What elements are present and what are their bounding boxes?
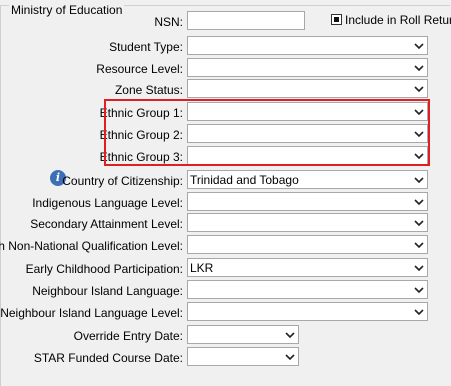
chevron-down-icon (414, 153, 424, 160)
neighbour-island-language-label: Neighbour Island Language: (32, 284, 183, 298)
override-entry-date-row: Override Entry Date: (0, 325, 451, 347)
chevron-down-icon (414, 309, 424, 316)
secondary-attainment-level-select[interactable] (187, 213, 428, 232)
neighbour-island-language-row: Neighbour Island Language: (0, 280, 451, 302)
ethnic-group-3-label: Ethnic Group 3: (99, 150, 183, 164)
high-non-national-qualification-label: High Non-National Qualification Level: (0, 239, 183, 253)
early-childhood-participation-label: Early Childhood Participation: (25, 262, 183, 276)
nsn-input[interactable] (187, 11, 305, 30)
early-childhood-participation-select[interactable]: LKR (187, 258, 428, 277)
chevron-down-icon (414, 265, 424, 272)
override-entry-date-label: Override Entry Date: (73, 329, 183, 343)
ethnic-group-1-row: Ethnic Group 1: (0, 102, 451, 124)
neighbour-island-language-select[interactable] (187, 280, 428, 299)
ethnic-group-3-row: Ethnic Group 3: (0, 146, 451, 168)
star-funded-course-date-picker[interactable] (187, 347, 299, 366)
chevron-down-icon (414, 109, 424, 116)
indigenous-language-level-row: Indigenous Language Level: (0, 192, 451, 214)
roll-return-checkbox[interactable] (331, 14, 342, 25)
chevron-down-icon (414, 199, 424, 206)
secondary-attainment-level-label: Secondary Attainment Level: (30, 217, 183, 231)
chevron-down-icon (285, 332, 295, 339)
ethnic-group-3-select[interactable] (187, 146, 428, 165)
early-childhood-participation-value: LKR (190, 261, 214, 275)
high-non-national-qualification-row: High Non-National Qualification Level: (0, 235, 451, 257)
indigenous-language-level-label: Indigenous Language Level: (32, 196, 183, 210)
nsn-label: NSN: (154, 15, 183, 29)
student-type-select[interactable] (187, 36, 428, 55)
chevron-down-icon (414, 177, 424, 184)
high-non-national-qualification-select[interactable] (187, 235, 428, 254)
resource-level-row: Resource Level: (0, 58, 451, 80)
neighbour-island-language-level-select[interactable] (187, 302, 428, 321)
roll-return-label: Include in Roll Return (345, 13, 451, 27)
early-childhood-participation-row: Early Childhood Participation: LKR (0, 258, 451, 280)
chevron-down-icon (414, 220, 424, 227)
resource-level-select[interactable] (187, 58, 428, 77)
neighbour-island-language-level-row: Neighbour Island Language Level: (0, 302, 451, 324)
zone-status-select[interactable] (187, 79, 428, 98)
country-of-citizenship-select[interactable]: Trinidad and Tobago (187, 170, 428, 189)
chevron-down-icon (285, 354, 295, 361)
ethnic-group-1-select[interactable] (187, 102, 428, 121)
indigenous-language-level-select[interactable] (187, 192, 428, 211)
country-of-citizenship-row: Country of Citizenship: Trinidad and Tob… (0, 170, 451, 192)
ethnic-group-2-select[interactable] (187, 124, 428, 143)
chevron-down-icon (414, 287, 424, 294)
zone-status-label: Zone Status: (114, 83, 183, 97)
override-entry-date-picker[interactable] (187, 325, 299, 344)
country-of-citizenship-label: Country of Citizenship: (62, 174, 183, 188)
ethnic-group-2-label: Ethnic Group 2: (99, 128, 183, 142)
student-type-row: Student Type: (0, 36, 451, 58)
resource-level-label: Resource Level: (96, 62, 183, 76)
star-funded-course-date-label: STAR Funded Course Date: (33, 351, 183, 365)
chevron-down-icon (414, 86, 424, 93)
student-type-label: Student Type: (109, 40, 183, 54)
secondary-attainment-level-row: Secondary Attainment Level: (0, 213, 451, 235)
chevron-down-icon (414, 65, 424, 72)
chevron-down-icon (414, 43, 424, 50)
chevron-down-icon (414, 131, 424, 138)
neighbour-island-language-level-label: Neighbour Island Language Level: (0, 306, 183, 320)
country-of-citizenship-value: Trinidad and Tobago (190, 173, 299, 187)
ethnic-group-1-label: Ethnic Group 1: (99, 106, 183, 120)
star-funded-course-date-row: STAR Funded Course Date: (0, 347, 451, 369)
chevron-down-icon (414, 242, 424, 249)
checkbox-checked-mark (334, 17, 339, 22)
ethnic-group-2-row: Ethnic Group 2: (0, 124, 451, 146)
zone-status-row: Zone Status: (0, 79, 451, 101)
